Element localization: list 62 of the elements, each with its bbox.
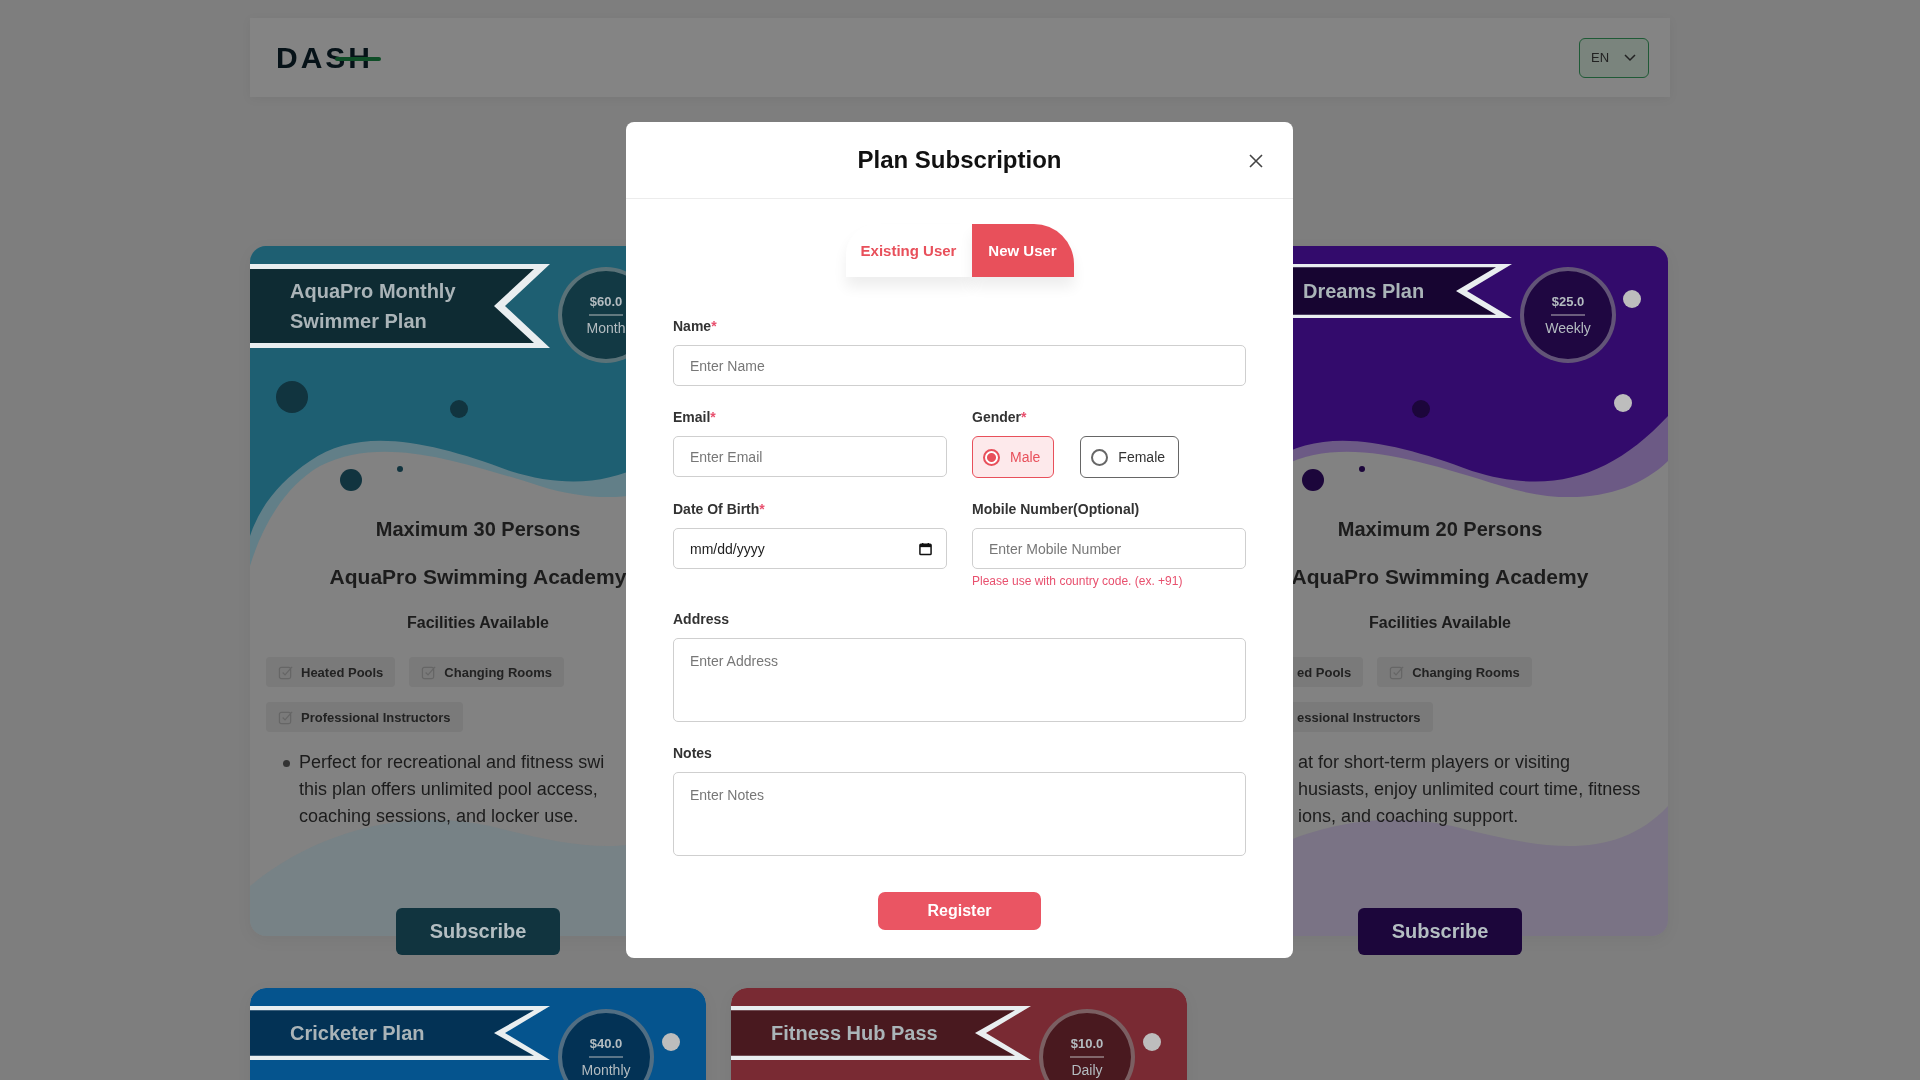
facility-tag: Heated Pools bbox=[266, 657, 396, 687]
decorative-dot bbox=[450, 400, 468, 418]
field-label: Address bbox=[673, 610, 730, 628]
facility-tag: Changing Rooms bbox=[1377, 657, 1532, 687]
field-label: Email* bbox=[673, 408, 716, 426]
decorative-dot bbox=[1623, 290, 1641, 308]
field-label: Mobile Number(Optional) bbox=[972, 500, 1140, 518]
facility-tag: ed Pools bbox=[1291, 657, 1364, 687]
plan-title-ribbon: AquaPro Monthly Swimmer Plan bbox=[250, 264, 550, 348]
facility-tag: Professional Instructors bbox=[266, 702, 463, 732]
dialog-title: Plan Subscription bbox=[857, 146, 1062, 174]
input-field[interactable]: Enter Mobile Number bbox=[972, 528, 1246, 569]
decorative-dot bbox=[1359, 466, 1365, 472]
decorative-dot bbox=[397, 466, 403, 472]
register-button[interactable]: Register bbox=[878, 892, 1041, 930]
period-text: Daily bbox=[1071, 1062, 1103, 1078]
calendar-icon bbox=[919, 542, 932, 556]
field-label: Date Of Birth* bbox=[673, 500, 765, 518]
decorative-dot bbox=[276, 381, 308, 413]
price-text: $60.0 bbox=[589, 294, 623, 309]
gender-option[interactable]: Female bbox=[1080, 436, 1180, 478]
plan-title-ribbon: Fitness Hub Pass bbox=[731, 1006, 1031, 1060]
user-type-tab[interactable]: Existing User bbox=[845, 224, 972, 277]
plan-title-ribbon: Cricketer Plan bbox=[250, 1006, 550, 1060]
field-label: Name* bbox=[673, 317, 717, 335]
plan-description: at for short-term players or visiting husiasts, enjoy unlimited court time, fitness ions, and coaching support. bbox=[1298, 751, 1641, 828]
price-text: $25.0 bbox=[1551, 294, 1585, 309]
hint-text: Please use with country code. (ex. +91) bbox=[972, 574, 1183, 588]
date-field[interactable]: mm/dd/yyyy bbox=[673, 528, 947, 569]
subscribe-button[interactable]: Subscribe bbox=[396, 908, 560, 955]
academy-name: AquaPro Swimming Academy bbox=[329, 564, 627, 590]
text-area[interactable]: Enter Notes bbox=[673, 772, 1246, 856]
capacity-text: Maximum 30 Persons bbox=[375, 517, 581, 541]
language-select[interactable]: EN bbox=[1579, 37, 1649, 78]
period-text: Weekly bbox=[1545, 320, 1591, 336]
gender-option[interactable]: Male bbox=[972, 436, 1055, 478]
chevron-down-icon bbox=[1624, 53, 1636, 62]
price-text: $40.0 bbox=[589, 1036, 623, 1051]
price-text: $10.0 bbox=[1070, 1036, 1104, 1051]
decorative-dot bbox=[662, 1033, 680, 1051]
facilities-heading: Facilities Available bbox=[1369, 613, 1511, 633]
facilities-heading: Facilities Available bbox=[407, 613, 549, 633]
plan-description: Perfect for recreational and fitness swi this plan offers unlimited pool access, coaching sessions, and locker use. bbox=[299, 751, 605, 828]
close-icon[interactable] bbox=[1247, 152, 1265, 170]
user-type-tab[interactable]: New User bbox=[971, 224, 1074, 277]
input-field[interactable]: Enter Name bbox=[673, 345, 1246, 386]
subscribe-button[interactable]: Subscribe bbox=[1358, 908, 1522, 955]
decorative-dot bbox=[340, 469, 362, 491]
input-field[interactable]: Enter Email bbox=[673, 436, 947, 477]
capacity-text: Maximum 20 Persons bbox=[1337, 517, 1543, 541]
decorative-dot bbox=[1614, 394, 1632, 412]
text-area[interactable]: Enter Address bbox=[673, 638, 1246, 722]
academy-name: AquaPro Swimming Academy bbox=[1291, 564, 1589, 590]
decorative-dot bbox=[1302, 469, 1324, 491]
field-label: Notes bbox=[673, 744, 712, 762]
period-text: Month bbox=[586, 320, 626, 336]
facility-tag: essional Instructors bbox=[1291, 702, 1433, 732]
period-text: Monthly bbox=[581, 1062, 631, 1078]
facility-tag: Changing Rooms bbox=[409, 657, 564, 687]
decorative-dot bbox=[1412, 400, 1430, 418]
decorative-dot bbox=[1143, 1033, 1161, 1051]
field-label: Gender* bbox=[972, 408, 1027, 426]
